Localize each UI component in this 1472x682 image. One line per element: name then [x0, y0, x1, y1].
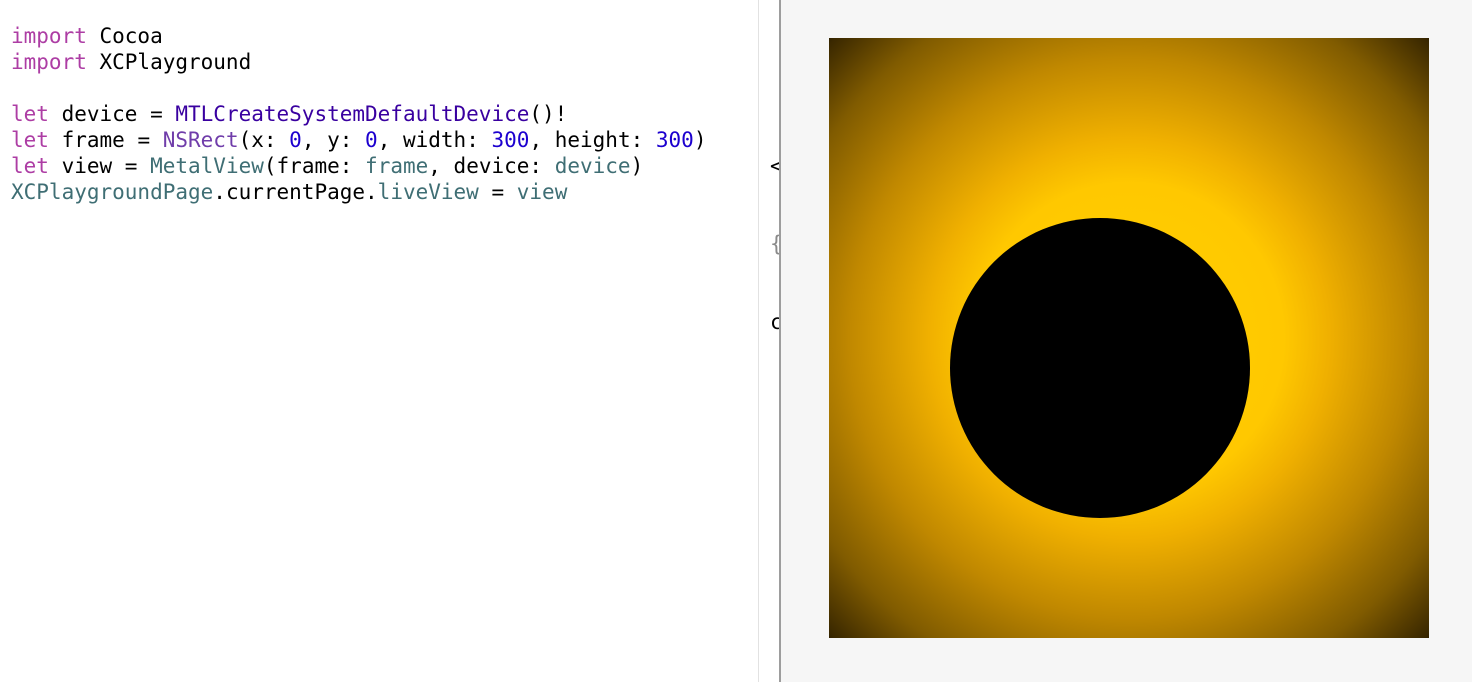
code-text: view = [48, 154, 151, 178]
code-text: .currentPage. [213, 180, 378, 204]
playground-window: import Cocoa import XCPlayground let devic… [0, 0, 1472, 682]
keyword: let [11, 154, 49, 178]
results-values: < { c [770, 101, 779, 387]
code-text: XCPlayground [86, 50, 252, 74]
type-name: MetalView [150, 154, 264, 178]
variable-ref: view [516, 180, 568, 204]
code-text: ) [630, 154, 644, 178]
number-literal: 300 [655, 128, 694, 152]
code-line-4: let device = MTLCreateSystemDefaultDevic… [11, 101, 706, 127]
type-name: XCPlaygroundPage [11, 180, 214, 204]
source-code[interactable]: import Cocoa import XCPlayground let devic… [11, 23, 706, 205]
code-text: ()! [529, 102, 568, 126]
type-name: NSRect [162, 128, 239, 152]
function-name: MTLCreateSystemDefaultDevice [175, 102, 530, 126]
result-line-device[interactable]: < [770, 153, 779, 179]
eclipse-disc [950, 218, 1250, 518]
result-line-view[interactable]: c [770, 309, 779, 335]
keyword: import [11, 50, 87, 74]
keyword: let [11, 102, 49, 126]
keyword: import [11, 24, 87, 48]
code-line-1: import Cocoa [11, 23, 706, 49]
code-editor[interactable]: import Cocoa import XCPlayground let devic… [0, 0, 758, 682]
metal-view-render[interactable] [829, 38, 1429, 638]
variable-ref: device [554, 154, 631, 178]
number-literal: 0 [289, 128, 302, 152]
code-text: (x: [238, 128, 290, 152]
code-text: (frame: [263, 154, 366, 178]
code-text: frame = [48, 128, 163, 152]
property-ref: liveView [377, 180, 479, 204]
code-text: , device: [428, 154, 555, 178]
code-text: , y: [301, 128, 366, 152]
variable-ref: frame [365, 154, 429, 178]
results-sidebar[interactable]: < { c [758, 0, 779, 682]
code-text: Cocoa [86, 24, 163, 48]
number-literal: 0 [365, 128, 378, 152]
number-literal: 300 [491, 128, 530, 152]
live-view-pane [781, 0, 1472, 682]
code-text: = [478, 180, 517, 204]
code-text: device = [48, 102, 176, 126]
code-text: ) [693, 128, 707, 152]
code-line-6: let view = MetalView(frame: frame, devic… [11, 153, 706, 179]
code-line-7: XCPlaygroundPage.currentPage.liveView = … [11, 179, 706, 205]
code-text: , width: [377, 128, 492, 152]
code-text: , height: [529, 128, 656, 152]
keyword: let [11, 128, 49, 152]
code-line-5: let frame = NSRect(x: 0, y: 0, width: 30… [11, 127, 706, 153]
code-line-2: import XCPlayground [11, 49, 706, 75]
result-line-frame[interactable]: { [770, 231, 779, 257]
